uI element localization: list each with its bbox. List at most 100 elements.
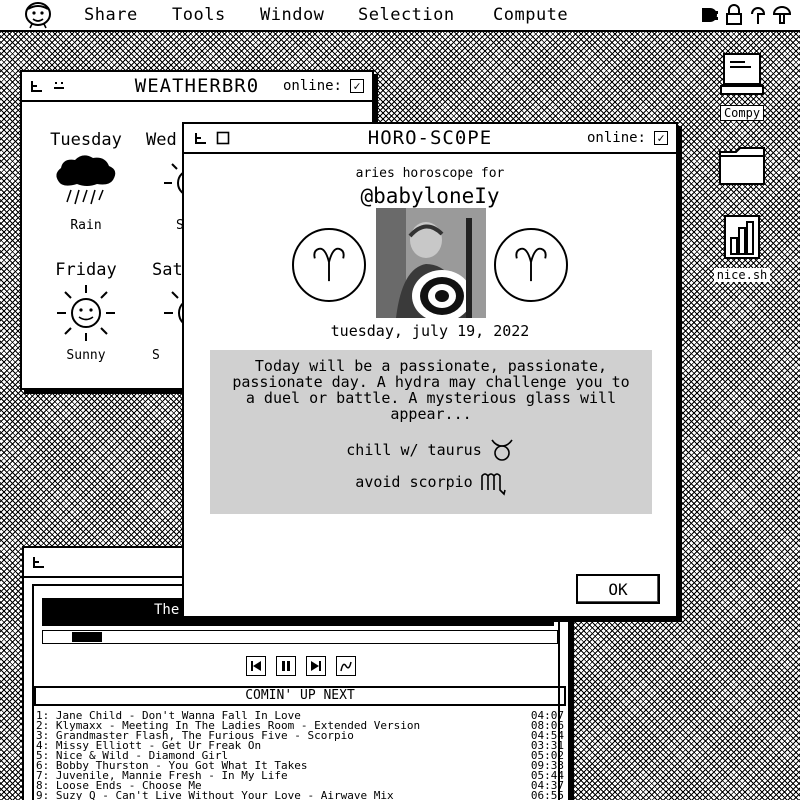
monkey-logo-icon[interactable] bbox=[20, 1, 56, 29]
weather-day: Friday Sunny bbox=[46, 260, 126, 363]
rain-cloud-icon bbox=[56, 155, 116, 205]
now-playing-title: The bbox=[154, 602, 180, 618]
menu-share[interactable]: Share bbox=[84, 5, 172, 25]
playback-controls bbox=[246, 656, 356, 676]
up-next-header: COMIN' UP NEXT bbox=[34, 686, 566, 706]
close-box-icon[interactable] bbox=[194, 131, 208, 145]
track-number: 6: bbox=[36, 761, 50, 771]
compat-avoid: avoid scorpio bbox=[224, 468, 638, 496]
next-icon bbox=[311, 661, 321, 671]
track-title: Nice & Wild - Diamond Girl bbox=[55, 751, 229, 761]
queue-row[interactable]: 7: Juvenile, Mannie Fresh - In My Life 05… bbox=[36, 770, 564, 781]
previous-button[interactable] bbox=[246, 656, 266, 676]
scorpio-icon bbox=[480, 473, 506, 496]
aries-icon bbox=[515, 247, 547, 282]
horoscope-reading: Today will be a passionate, passionate, … bbox=[232, 357, 630, 423]
weather-online-toggle[interactable]: online: ✓ bbox=[283, 78, 364, 94]
pause-icon bbox=[282, 661, 290, 671]
track-number: 5: bbox=[36, 751, 50, 761]
pacman-icon[interactable] bbox=[700, 4, 720, 26]
online-label: online: bbox=[282, 78, 342, 94]
menu-selection[interactable]: Selection bbox=[358, 5, 493, 25]
weather-condition: Sunny bbox=[66, 348, 106, 363]
aries-symbol-right bbox=[494, 228, 568, 302]
weather-day: Tuesday Rain bbox=[46, 130, 126, 233]
day-name: Sat bbox=[152, 260, 183, 280]
track-title: Klymaxx - Meeting In The Ladies Room - E… bbox=[55, 721, 421, 731]
ok-button[interactable]: OK bbox=[576, 574, 660, 604]
queue-row[interactable]: 1: Jane Child - Don't Wanna Fall In Love… bbox=[36, 710, 564, 721]
track-number: 4: bbox=[36, 741, 50, 751]
folder-icon bbox=[719, 147, 765, 185]
pause-button[interactable] bbox=[276, 656, 296, 676]
weather-titlebar[interactable]: WEATHERBR0 online: ✓ bbox=[22, 72, 372, 102]
menu-status-icons bbox=[700, 4, 792, 26]
menu-compute[interactable]: Compute bbox=[493, 5, 568, 25]
user-handle[interactable]: @babyloneIy bbox=[184, 184, 676, 208]
horoscope-titlebar[interactable]: HORO-SC0PE online: ✓ bbox=[184, 124, 676, 154]
mushroom-icon[interactable] bbox=[772, 4, 792, 26]
horoscope-intro: aries horoscope for bbox=[355, 166, 505, 181]
horoscope-date: tuesday, july 19, 2022 bbox=[330, 322, 530, 340]
queue-row[interactable]: 5: Nice & Wild - Diamond Girl 05:02 bbox=[36, 750, 564, 761]
progress-slider[interactable] bbox=[42, 630, 558, 644]
desktop-icon-compy[interactable]: Compy bbox=[714, 52, 770, 121]
desktop-icon-label: nice.sh bbox=[713, 268, 771, 282]
track-number: 9: bbox=[36, 791, 50, 800]
track-title: Missy Elliott - Get Ur Freak On bbox=[55, 741, 262, 751]
aries-symbol-left bbox=[292, 228, 366, 302]
online-checkbox[interactable]: ✓ bbox=[654, 131, 668, 145]
desktop-icon-label: Compy bbox=[719, 105, 765, 121]
visualizer-button[interactable] bbox=[336, 656, 356, 676]
menu-window[interactable]: Window bbox=[260, 5, 358, 25]
compat-chill-label: chill w/ taurus bbox=[346, 441, 482, 459]
track-title: Loose Ends - Choose Me bbox=[55, 781, 202, 791]
chart-file-icon bbox=[724, 215, 760, 259]
queue-list: 1: Jane Child - Don't Wanna Fall In Love… bbox=[36, 710, 564, 800]
horoscope-window: HORO-SC0PE online: ✓ aries horoscope for… bbox=[182, 122, 678, 618]
track-duration: 06:55 bbox=[530, 789, 564, 800]
weather-day: Sat S bbox=[152, 260, 186, 363]
computer-icon bbox=[720, 53, 764, 95]
sun-icon bbox=[57, 285, 115, 341]
hook-icon[interactable] bbox=[748, 4, 768, 26]
previous-icon bbox=[251, 661, 261, 671]
profile-photo-image bbox=[376, 208, 486, 318]
track-title: Bobby Thurston - You Got What It Takes bbox=[55, 761, 308, 771]
wave-icon bbox=[340, 661, 352, 672]
next-button[interactable] bbox=[306, 656, 326, 676]
track-number: 3: bbox=[36, 731, 50, 741]
desktop-icon-folder[interactable] bbox=[718, 144, 766, 192]
day-name: Tuesday bbox=[50, 130, 122, 150]
queue-row[interactable]: 9: Suzy Q - Can't Live Without Your Love… bbox=[36, 789, 564, 800]
track-number: 2: bbox=[36, 721, 50, 731]
menu-bar: Share Tools Window Selection Compute bbox=[0, 0, 800, 32]
online-label: online: bbox=[586, 130, 646, 146]
online-checkbox[interactable]: ✓ bbox=[350, 79, 364, 93]
day-name: Wed bbox=[146, 130, 177, 150]
menu-tools[interactable]: Tools bbox=[172, 5, 260, 25]
track-number: 7: bbox=[36, 771, 50, 781]
compat-chill: chill w/ taurus bbox=[224, 436, 638, 464]
horoscope-online-toggle[interactable]: online: ✓ bbox=[587, 130, 668, 146]
queue-row[interactable]: 3: Grandmaster Flash, The Furious Five -… bbox=[36, 730, 564, 741]
weather-condition: S bbox=[152, 348, 160, 363]
progress-knob[interactable] bbox=[72, 632, 102, 642]
smiley-icon[interactable] bbox=[52, 79, 66, 93]
queue-row[interactable]: 4: Missy Elliott - Get Ur Freak On 03:31 bbox=[36, 740, 564, 751]
close-box-icon[interactable] bbox=[30, 79, 44, 93]
profile-photo bbox=[376, 208, 486, 318]
track-title: Juvenile, Mannie Fresh - In My Life bbox=[55, 771, 288, 781]
track-title: Suzy Q - Can't Live Without Your Love - … bbox=[55, 791, 394, 800]
maximize-box-icon[interactable] bbox=[216, 131, 230, 145]
queue-row[interactable]: 2: Klymaxx - Meeting In The Ladies Room … bbox=[36, 720, 564, 731]
compat-avoid-label: avoid scorpio bbox=[355, 473, 473, 491]
queue-row[interactable]: 8: Loose Ends - Choose Me 04:37 bbox=[36, 780, 564, 791]
track-number: 8: bbox=[36, 781, 50, 791]
taurus-icon bbox=[491, 439, 513, 461]
close-box-icon[interactable] bbox=[32, 555, 46, 569]
lock-icon[interactable] bbox=[724, 4, 744, 26]
aries-icon bbox=[313, 247, 345, 282]
queue-row[interactable]: 6: Bobby Thurston - You Got What It Take… bbox=[36, 760, 564, 771]
desktop-icon-nice-sh[interactable]: nice.sh bbox=[712, 214, 772, 283]
